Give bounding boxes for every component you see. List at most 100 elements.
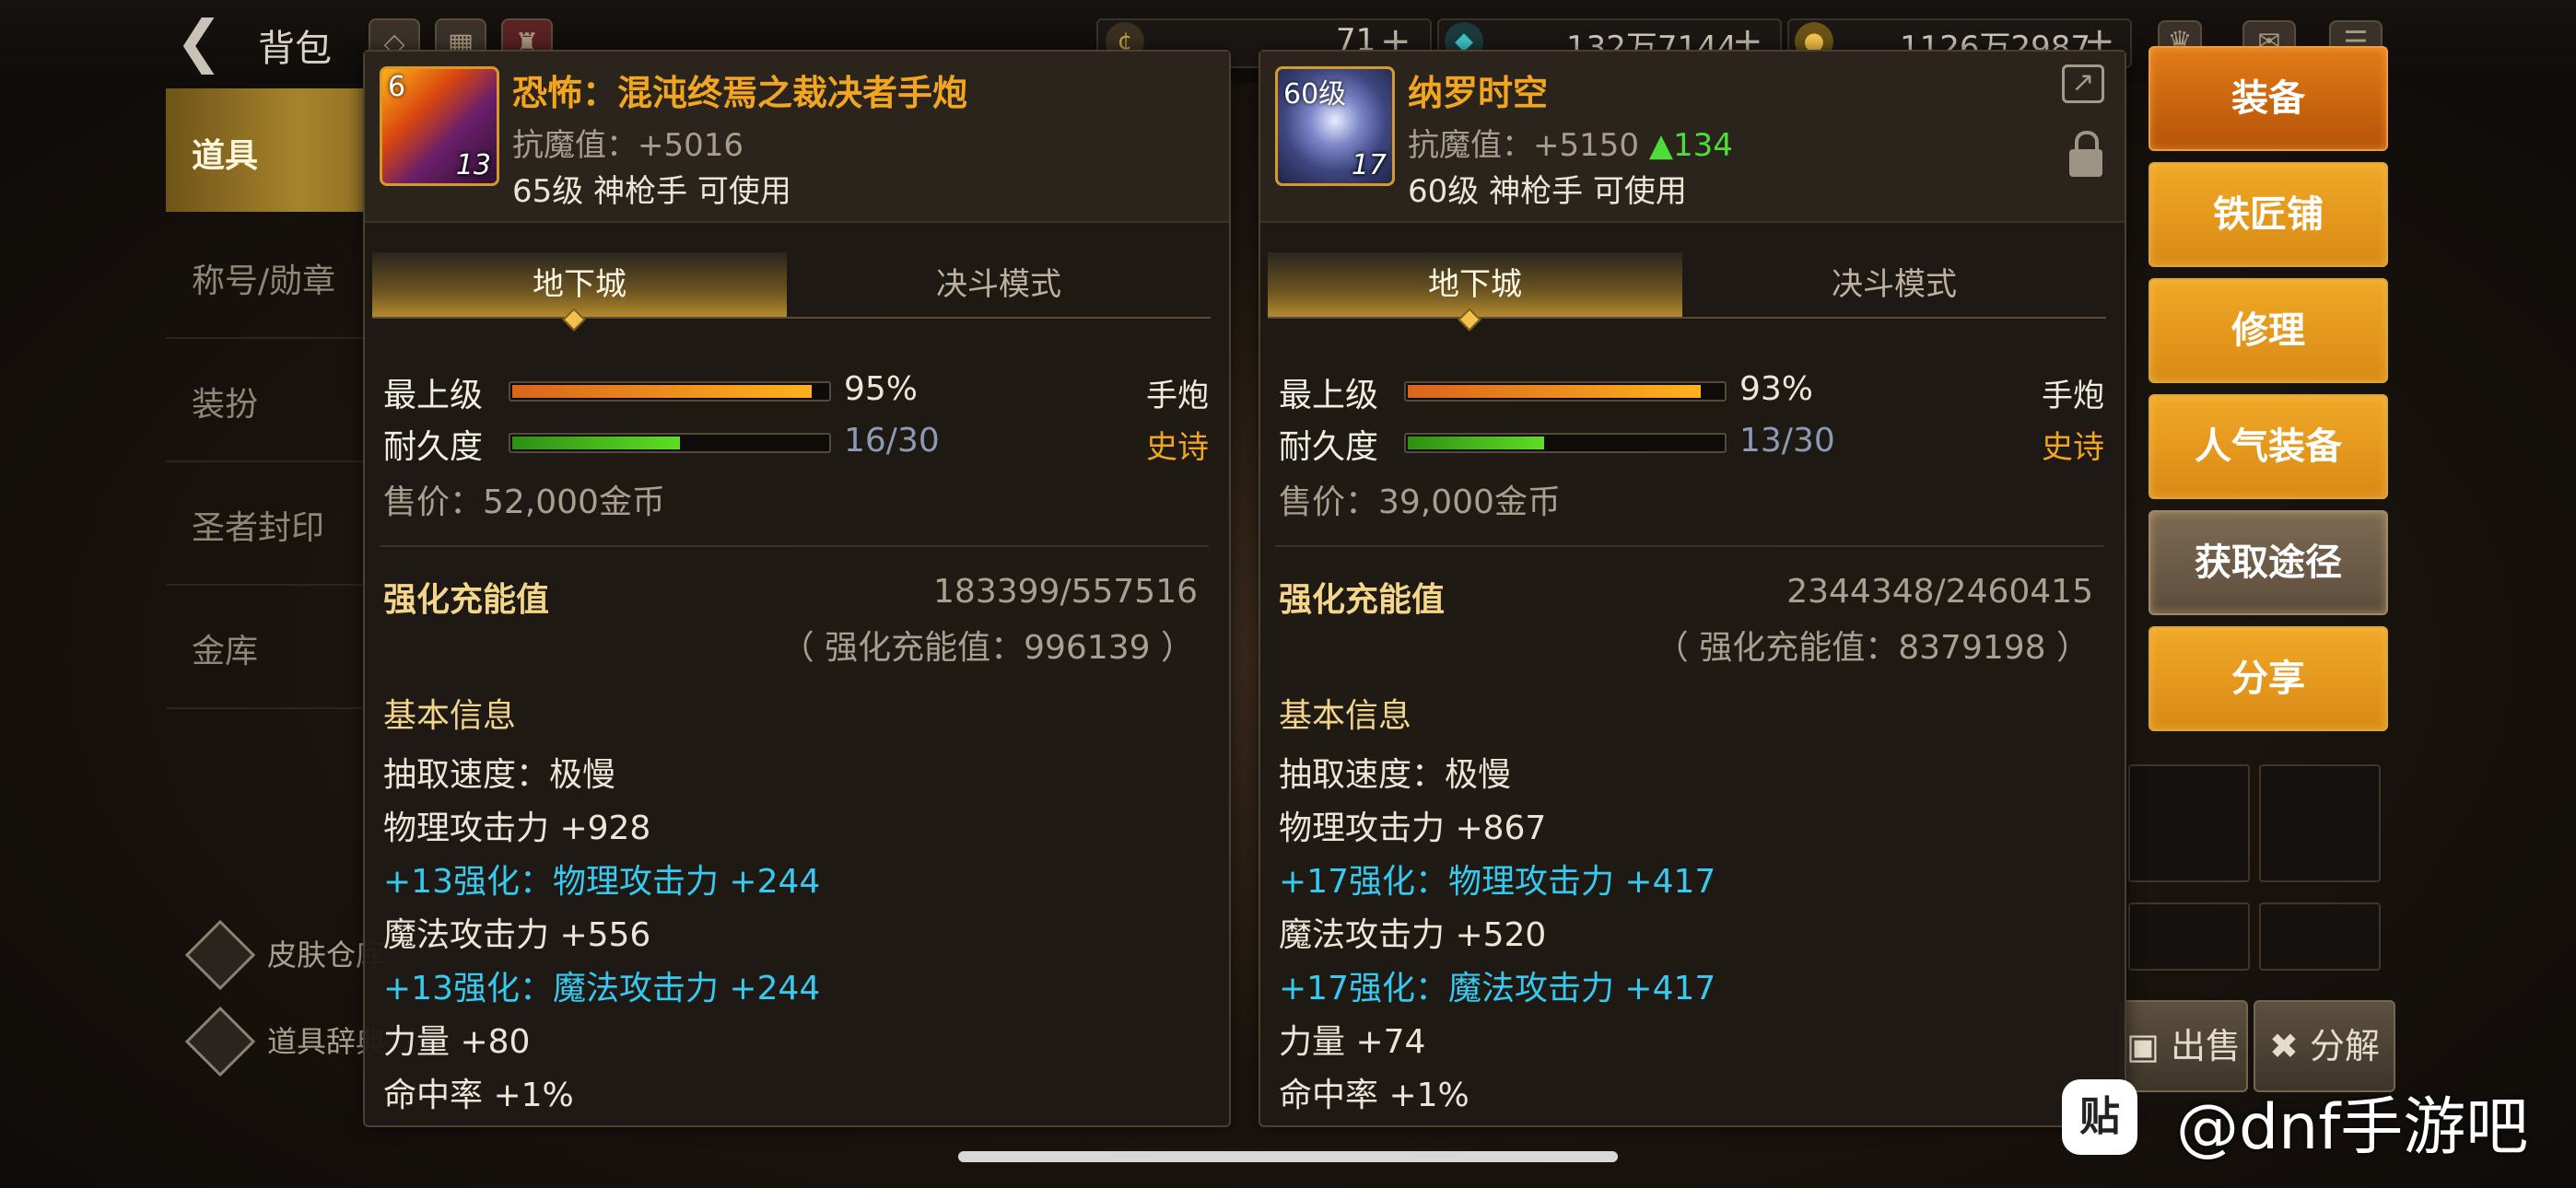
sidebar-item-avatar[interactable]: 装扮 (166, 337, 387, 462)
sidebar-item-label: 金库 (192, 633, 259, 670)
tab-dungeon[interactable]: 地下城 (1268, 252, 1682, 317)
stat-line: 魔法攻击力 +520 (1279, 916, 1547, 954)
repair-button[interactable]: 修理 (2149, 278, 2388, 383)
home-indicator[interactable] (958, 1151, 1618, 1162)
charge-value: 2344348/2460415 (1786, 573, 2093, 611)
sidebar-item-label: 装扮 (192, 386, 259, 424)
mode-tabs: 地下城 决斗模式 (1268, 252, 2106, 319)
requirement: 60级 神枪手 可使用 (1408, 173, 1687, 210)
stat-line: +17强化：魔法攻击力 +417 (1279, 970, 1716, 1007)
hammer-icon: ✖ (2269, 1026, 2299, 1066)
grade-bar-fill (512, 385, 812, 398)
inventory-slot[interactable] (2259, 903, 2381, 971)
stat-line: 魔法攻击力 +556 (383, 916, 651, 954)
share-button[interactable]: 分享 (2149, 626, 2388, 731)
weapon-type: 手炮 (1146, 378, 1209, 414)
grade-bar (1404, 381, 1727, 402)
durability-bar (509, 433, 831, 453)
sell-label: 出售 (2170, 1026, 2241, 1066)
stat-line: 抽取速度：极慢 (1279, 756, 1512, 794)
anti-magic-text: 抗魔值：+5150 (1408, 127, 1640, 164)
share-icon[interactable]: ↗ (2062, 64, 2104, 103)
inventory-slot[interactable] (2259, 764, 2381, 882)
equip-button[interactable]: 装备 (2149, 46, 2388, 151)
lock-icon[interactable] (2069, 131, 2102, 177)
box-icon: ▣ (2125, 1026, 2160, 1066)
sidebar-item-vault[interactable]: 金库 (166, 584, 387, 709)
item-tooltip-compare: 6 13 恐怖：混沌终焉之裁决者手炮 抗魔值：+5016 65级 神枪手 可使用… (363, 50, 1231, 1127)
tab-duel[interactable]: 决斗模式 (791, 252, 1206, 317)
stat-line: 抽取速度：极慢 (383, 756, 616, 794)
grade-bar (509, 381, 831, 402)
charge-total: （ 强化充能值：8379198 ） (1655, 629, 2090, 667)
item-icon-corner-label: 6 (388, 71, 406, 103)
tab-duel[interactable]: 决斗模式 (1687, 252, 2102, 317)
hand-cannon-item-icon: 6 13 (380, 66, 499, 186)
inventory-slot[interactable] (2128, 903, 2250, 971)
stat-line: +13强化：魔法攻击力 +244 (383, 970, 821, 1007)
durability-value: 16/30 (844, 422, 940, 460)
item-header: 6 13 恐怖：混沌终焉之裁决者手炮 抗魔值：+5016 65级 神枪手 可使用 (365, 52, 1229, 223)
durability-label: 耐久度 (383, 428, 484, 466)
durability-bar-fill (512, 437, 680, 449)
sell-price: 售价：39,000金币 (1279, 483, 1561, 521)
grade-label: 最上级 (1279, 377, 1379, 414)
sell-price: 售价：52,000金币 (383, 483, 665, 521)
sidebar-item-label: 道具 (192, 137, 259, 175)
grade-bar-fill (1408, 385, 1701, 398)
skin-storage-icon[interactable] (184, 919, 256, 991)
watermark-text: @dnf手游吧 (2176, 1091, 2529, 1164)
stat-line: 命中率 +1% (383, 1077, 574, 1114)
durability-bar (1404, 433, 1727, 453)
inventory-slot[interactable] (2128, 764, 2250, 882)
grade-label: 最上级 (383, 377, 484, 414)
sidebar-item-label: 圣者封印 (192, 509, 325, 547)
item-name: 纳罗时空 (1408, 73, 1549, 113)
stat-line: 力量 +80 (383, 1023, 531, 1061)
rarity: 史诗 (1146, 429, 1209, 466)
anti-magic-value: 抗魔值：+5150 ▲134 (1408, 120, 1733, 165)
weapon-type: 手炮 (2042, 378, 2104, 414)
divider (380, 545, 1209, 547)
grade-percent: 95% (844, 370, 919, 408)
tab-dungeon[interactable]: 地下城 (372, 252, 787, 317)
basic-info-heading: 基本信息 (1279, 697, 1412, 735)
stat-line: +13强化：物理攻击力 +244 (383, 863, 821, 901)
charge-value: 183399/557516 (933, 573, 1198, 611)
stat-line: 力量 +74 (1279, 1023, 1426, 1061)
decompose-label: 分解 (2309, 1026, 2380, 1066)
item-level-badge: 60级 (1283, 78, 1347, 111)
stat-line: 物理攻击力 +928 (383, 809, 651, 847)
durability-bar-fill (1408, 437, 1544, 449)
sidebar-item-seal[interactable]: 圣者封印 (166, 460, 387, 586)
anti-magic-value: 抗魔值：+5016 (512, 127, 744, 164)
charge-label: 强化充能值 (383, 581, 550, 619)
durability-label: 耐久度 (1279, 428, 1379, 466)
divider (1275, 545, 2104, 547)
sidebar-item-items[interactable]: 道具 (166, 88, 387, 212)
blacksmith-button[interactable]: 铁匠铺 (2149, 162, 2388, 267)
item-name: 恐怖：混沌终焉之裁决者手炮 (512, 73, 968, 113)
sidebar-item-titles[interactable]: 称号/勋章 (166, 214, 387, 339)
durability-value: 13/30 (1739, 422, 1835, 460)
stat-line: +17强化：物理攻击力 +417 (1279, 863, 1716, 901)
acquire-source-button[interactable]: 获取途径 (2149, 510, 2388, 615)
hand-cannon-item-icon: 60级 17 (1275, 66, 1395, 186)
basic-info-heading: 基本信息 (383, 697, 517, 735)
popular-equipment-button[interactable]: 人气装备 (2149, 394, 2388, 499)
rarity: 史诗 (2042, 429, 2104, 466)
stat-line: 命中率 +1% (1279, 1077, 1469, 1114)
item-tooltip-equipped: 60级 17 纳罗时空 抗魔值：+5150 ▲134 60级 神枪手 可使用 ↗… (1259, 50, 2126, 1127)
sidebar-item-label: 称号/勋章 (192, 262, 336, 300)
back-arrow-icon[interactable]: ❮ (175, 13, 223, 70)
mode-tabs: 地下城 决斗模式 (372, 252, 1211, 319)
item-header: 60级 17 纳罗时空 抗魔值：+5150 ▲134 60级 神枪手 可使用 ↗ (1260, 52, 2125, 223)
enhance-level: 17 (1351, 149, 1387, 181)
tieba-logo-icon: 贴 (2062, 1079, 2137, 1155)
item-dictionary-icon[interactable] (184, 1006, 256, 1077)
enhance-level: 13 (455, 149, 491, 181)
stat-line: 物理攻击力 +867 (1279, 809, 1547, 847)
charge-total: （ 强化充能值：996139 ） (780, 629, 1194, 667)
anti-magic-diff: ▲134 (1648, 127, 1733, 164)
charge-label: 强化充能值 (1279, 581, 1446, 619)
